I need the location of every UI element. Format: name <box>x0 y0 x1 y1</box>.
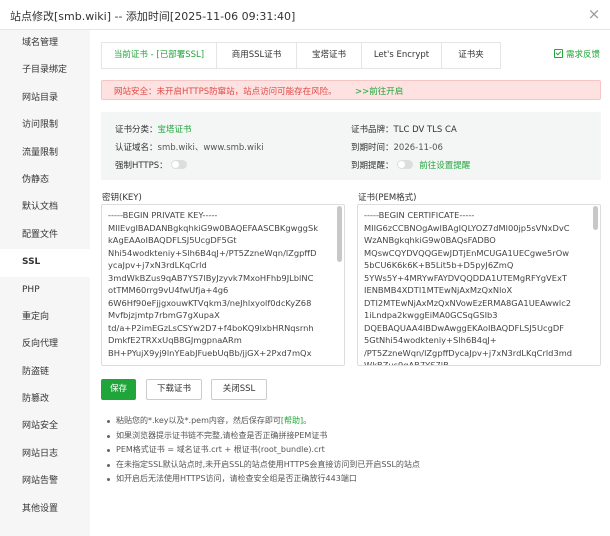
tab-bt-cert[interactable]: 宝塔证书 <box>297 43 362 68</box>
sidebar-item-access-limit[interactable]: 访问限制 <box>0 112 90 139</box>
text-line: MIIEvgIBADANBgkqhkiG9w0BAQEFAASCBKgwggSk <box>108 222 319 233</box>
key-scrollbar-thumb[interactable] <box>337 206 342 262</box>
feedback-icon <box>553 49 563 58</box>
brand-label: 证书品牌： <box>351 125 394 135</box>
close-ssl-button[interactable]: 关闭SSL <box>211 379 267 400</box>
tab-cert-folder[interactable]: 证书夹 <box>442 43 500 68</box>
cert-textarea[interactable]: -----BEGIN CERTIFICATE----- MIIG6zCCBNOgA… <box>357 204 601 366</box>
sidebar-item-hotlink[interactable]: 防盗链 <box>0 359 90 386</box>
category-label: 证书分类： <box>115 125 158 135</box>
text-line: -----BEGIN CERTIFICATE----- <box>364 210 475 220</box>
sidebar-item-alerts[interactable]: 网站告警 <box>0 468 90 495</box>
key-textarea[interactable]: -----BEGIN PRIVATE KEY----- MIIEvgIBADANB… <box>101 204 345 366</box>
sidebar-item-rewrite[interactable]: 伪静态 <box>0 167 90 194</box>
alert-message: 网站安全：未开启HTTPS防窜站，站点访问可能存在风险。 <box>114 87 337 97</box>
domains-label: 认证域名： <box>115 143 158 153</box>
expire-label: 到期时间： <box>351 143 394 153</box>
sidebar-item-domain[interactable]: 域名管理 <box>0 30 90 57</box>
text-line: ycaJpv+j7xN3rdLKqCrld <box>108 260 207 270</box>
download-cert-button[interactable]: 下载证书 <box>146 379 202 400</box>
text-line: 5GtNhi54wodkteniy+Slh6B4qJ+ <box>364 335 497 345</box>
tab-commercial-ssl[interactable]: 商用SSL证书 <box>217 43 297 68</box>
reminder-toggle[interactable] <box>396 160 413 169</box>
text-line: WkBZus9qAB7YS7lB <box>364 360 449 366</box>
key-label: 密钥(KEY) <box>102 193 142 203</box>
text-line: IENBMB4XDTI1MTEwNjAxMzQxNloX <box>364 285 513 295</box>
tip-item: 在未指定SSL默认站点时,未开启SSL的站点使用HTTPS会直接访问到已开启SS… <box>106 458 606 473</box>
sidebar-item-php[interactable]: PHP <box>0 277 90 304</box>
tip-item: 如果浏览器提示证书链不完整,请检查是否正确拼接PEM证书 <box>106 429 606 444</box>
text-line: td/a+P2imEGzLsCSYw2D7+f4boKQ9lxbHRNqsrnh <box>108 322 314 333</box>
feedback-label: 需求反馈 <box>565 50 600 60</box>
cert-info-panel: 证书分类：宝塔证书 认证域名：smb.wiki、www.smb.wiki 强制H… <box>101 112 601 180</box>
tip-tail: 。 <box>303 416 312 425</box>
tip-text: 粘贴您的*.key以及*.pem内容，然后保存即可 <box>116 416 281 425</box>
ssl-tabs: 当前证书 - [已部署SSL] 商用SSL证书 宝塔证书 Let's Encry… <box>101 42 501 69</box>
tip-item: 如开启后无法使用HTTPS访问，请检查安全组是否正确放行443端口 <box>106 472 606 487</box>
sidebar: 域名管理 子目录绑定 网站目录 访问限制 流量限制 伪静态 默认文档 配置文件 … <box>0 30 90 536</box>
help-link[interactable]: [帮助] <box>281 416 303 425</box>
key-scrollbar[interactable] <box>337 206 343 365</box>
text-line: otTMM60rrg9vU4fwUfja+4g6 <box>108 285 229 295</box>
https-alert: 网站安全：未开启HTTPS防窜站，站点访问可能存在风险。 >>前往开启 <box>101 80 601 100</box>
text-line: WzANBgkqhkiG9w0BAQsFADBO <box>364 235 496 245</box>
text-line: -----BEGIN PRIVATE KEY----- <box>108 210 218 220</box>
tab-current-cert[interactable]: 当前证书 - [已部署SSL] <box>102 43 217 68</box>
text-line: 5YWs5Y+4MRYwFAYDVQQDDA1UTEMgRFYgVExT <box>364 272 567 283</box>
sidebar-item-other[interactable]: 其他设置 <box>0 496 90 523</box>
brand-value: TLC DV TLS CA <box>393 125 457 135</box>
force-https-label: 强制HTTPS： <box>115 161 168 171</box>
text-line: 5bCU6K6k6K+B5Lit5b+D5pyJ6ZmQ <box>364 260 514 270</box>
window-title: 站点修改[smb.wiki] -- 添加时间[2025-11-06 09:31:… <box>10 10 296 23</box>
expire-value: 2026-11-06 <box>393 143 443 153</box>
text-line: Mvfbjzjmtp7rbmG7gXupaX <box>108 310 220 320</box>
sidebar-item-subdir[interactable]: 子目录绑定 <box>0 57 90 84</box>
cert-scrollbar[interactable] <box>593 206 599 365</box>
cert-scrollbar-thumb[interactable] <box>593 206 598 230</box>
sidebar-item-default-doc[interactable]: 默认文档 <box>0 194 90 221</box>
sidebar-item-tamper[interactable]: 防篡改 <box>0 386 90 413</box>
close-icon[interactable]: × <box>586 7 602 23</box>
sidebar-item-site-dir[interactable]: 网站目录 <box>0 85 90 112</box>
save-button[interactable]: 保存 <box>101 379 136 400</box>
cert-label: 证书(PEM格式) <box>358 193 417 203</box>
text-line: 6W6Hf90eFjjgxouwKTVqkm3/neJhlxyolf0dcKyZ… <box>108 297 312 308</box>
text-line: /PT5ZzneWqn/lZgpffDycaJpv+j7xN3rdLKqCrld… <box>364 347 573 358</box>
reminder-label: 到期提醒： <box>351 161 394 171</box>
text-line: 3mdWkBZus9qAB7YS7lByJzyvk7MxoHFhb9JLblNC <box>108 272 314 283</box>
text-line: DmkfE2TRXxUqB8GJmgpnaARm <box>108 335 242 345</box>
sidebar-item-traffic-limit[interactable]: 流量限制 <box>0 140 90 167</box>
category-value: 宝塔证书 <box>157 125 192 135</box>
sidebar-item-ssl[interactable]: SSL <box>0 249 90 277</box>
tab-lets-encrypt[interactable]: Let's Encrypt <box>362 43 442 68</box>
main-panel: 当前证书 - [已部署SSL] 商用SSL证书 宝塔证书 Let's Encry… <box>90 30 610 536</box>
sidebar-item-logs[interactable]: 网站日志 <box>0 441 90 468</box>
text-line: MQswCQYDVQQGEwJDTjEnMCUGA1UECgwe5rOw <box>364 247 570 258</box>
feedback-link[interactable]: 需求反馈 <box>553 48 600 60</box>
text-line: DTI2MTEwNjAxMzQxNVowEzERMA8GA1UEAwwlc2 <box>364 297 572 308</box>
tips-list: 粘贴您的*.key以及*.pem内容，然后保存即可[帮助]。 如果浏览器提示证书… <box>106 414 606 487</box>
enable-https-link[interactable]: >>前往开启 <box>355 85 403 97</box>
text-line: 1iLndpa2kwggEiMA0GCSqGSIb3 <box>364 310 498 320</box>
reminder-settings-link[interactable]: 前往设置提醒 <box>419 161 470 171</box>
force-https-toggle[interactable] <box>170 160 187 169</box>
sidebar-item-reverse-proxy[interactable]: 反向代理 <box>0 331 90 358</box>
text-line: kAgEAAoIBAQDFLSJ5UcgDF5Gt <box>108 235 237 245</box>
sidebar-item-redirect[interactable]: 重定向 <box>0 304 90 331</box>
text-line: MIIG6zCCBNOgAwIBAgIQLYOZ7dMl00jp5sVNxDvC <box>364 222 570 233</box>
tip-item: 粘贴您的*.key以及*.pem内容，然后保存即可[帮助]。 <box>106 414 606 429</box>
domains-value: smb.wiki、www.smb.wiki <box>157 143 264 153</box>
text-line: Nhi54wodkteniy+Slh6B4qJ+/PT5ZzneWqn/lZgp… <box>108 247 317 258</box>
sidebar-item-security[interactable]: 网站安全 <box>0 413 90 440</box>
tip-item: PEM格式证书 = 域名证书.crt + 根证书(root_bundle).cr… <box>106 443 606 458</box>
window-titlebar: 站点修改[smb.wiki] -- 添加时间[2025-11-06 09:31:… <box>0 0 610 30</box>
text-line: BH+PYujX9yj9lnYEabJFuebUqBb/jjGX+2Pxd7mQ… <box>108 347 312 358</box>
text-line: DQEBAQUAA4IBDwAwggEKAoIBAQDFLSJ5UcgDF <box>364 322 564 333</box>
sidebar-item-config[interactable]: 配置文件 <box>0 222 90 249</box>
